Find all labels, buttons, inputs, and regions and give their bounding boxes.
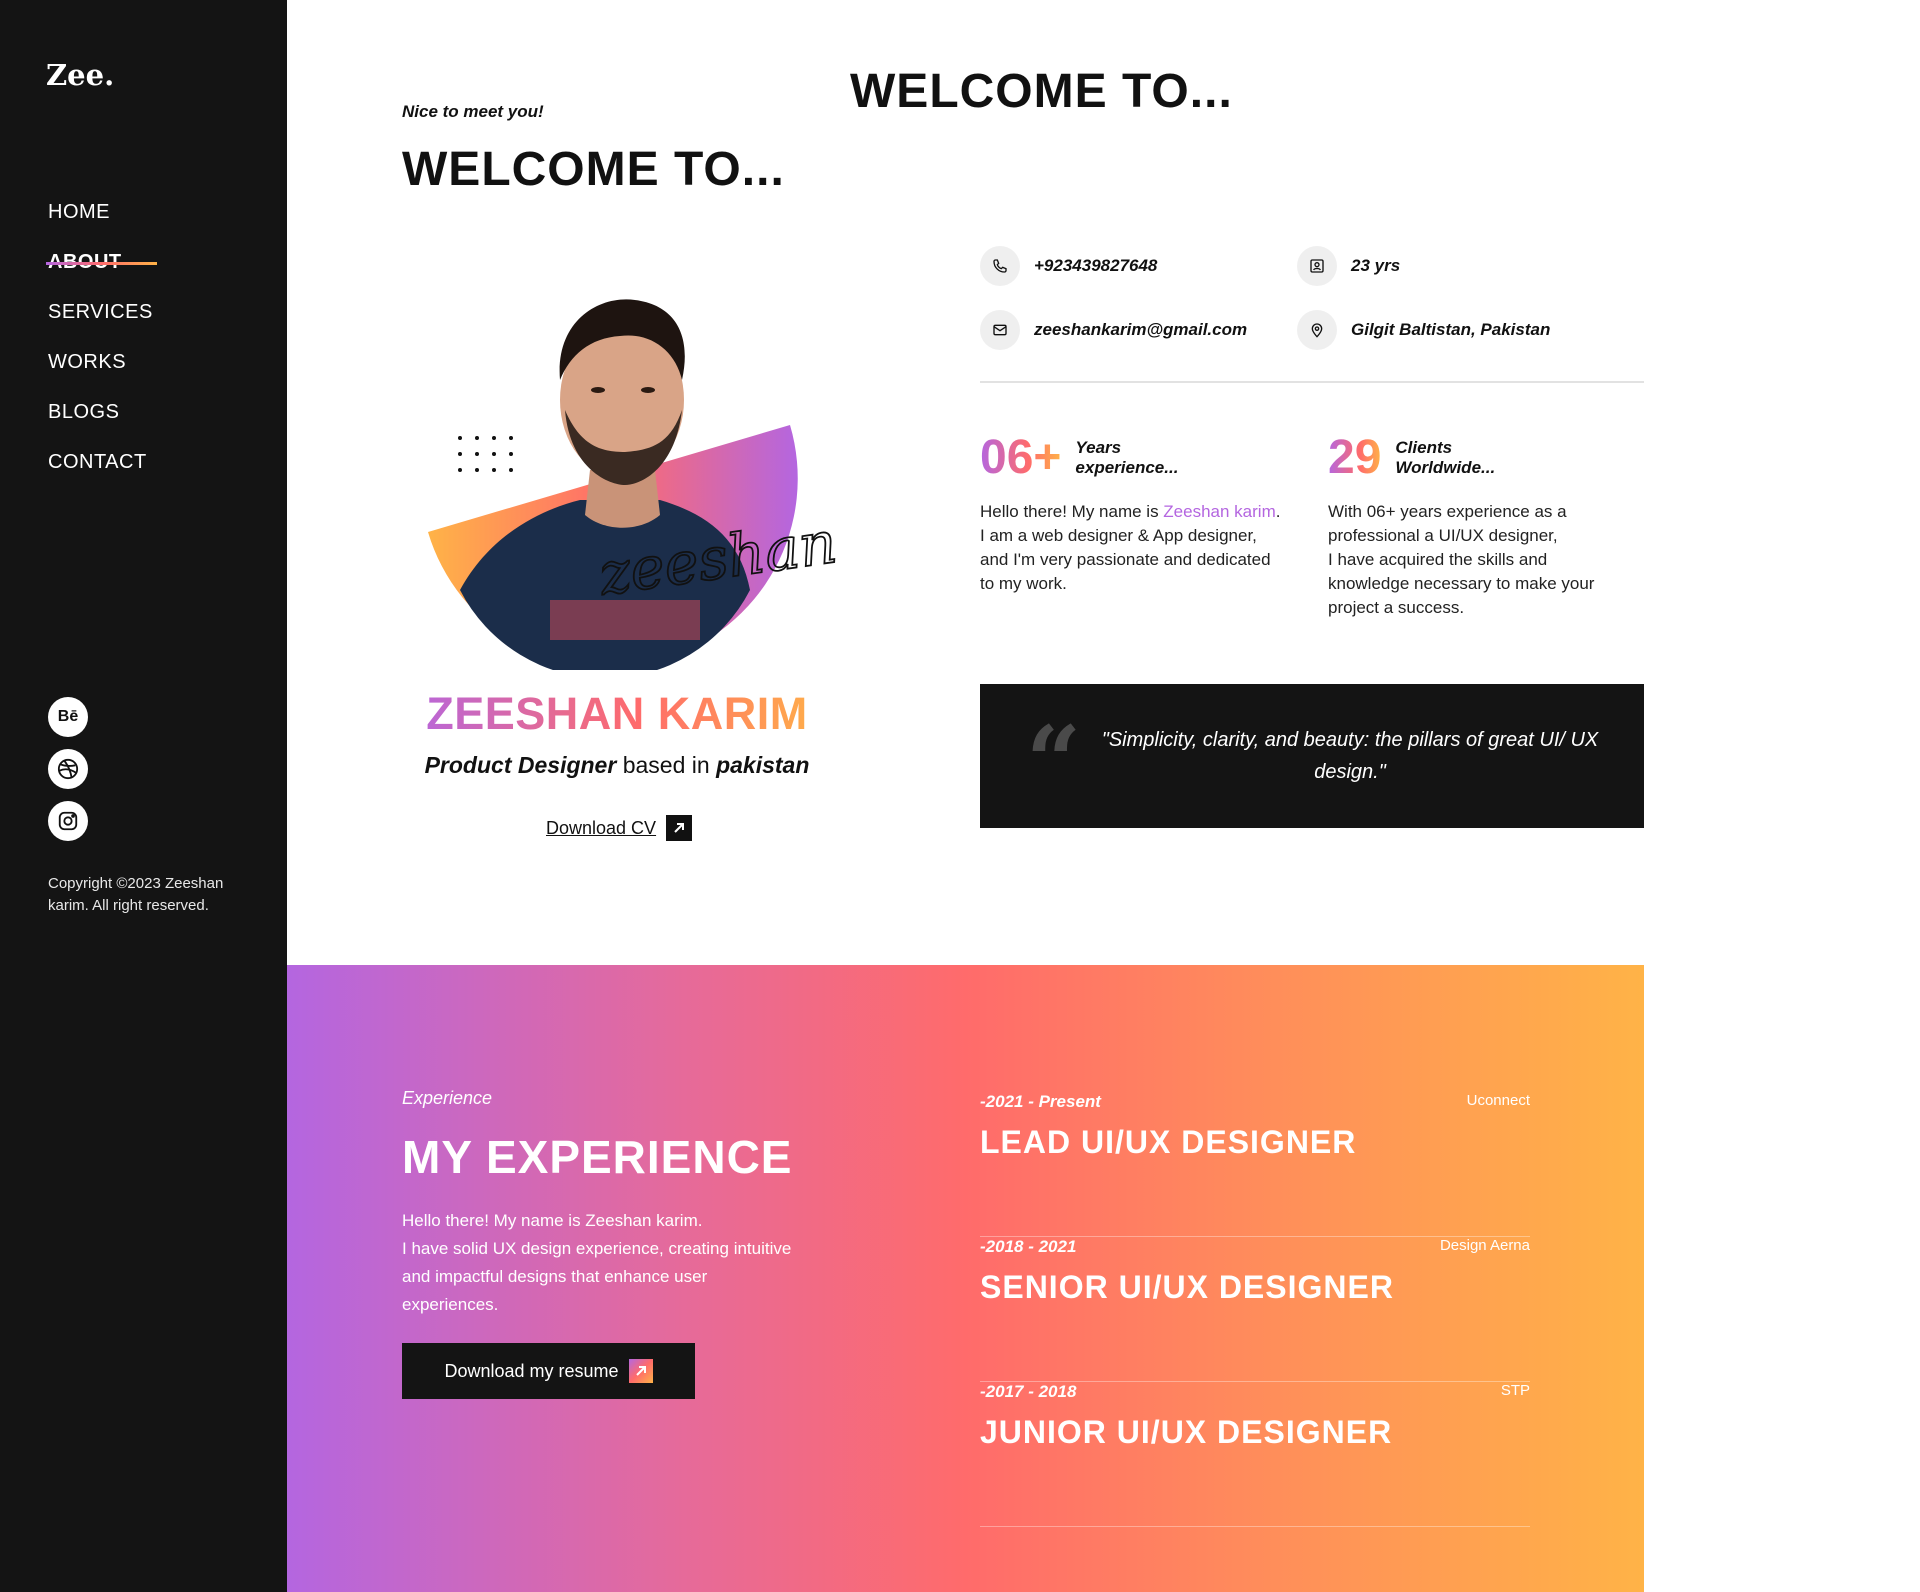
exp-desc-line1: Hello there! My name is Zeeshan karim. xyxy=(402,1211,703,1230)
profile-portrait: zeeshan xyxy=(420,270,840,670)
profile-role: Product Designer based in pakistan xyxy=(402,752,832,779)
nav-item-services[interactable]: SERVICES xyxy=(48,298,153,348)
bio-line4: to my work. xyxy=(980,574,1067,593)
job-period: -2018 - 2021 xyxy=(980,1237,1077,1256)
contact-phone: +923439827648 xyxy=(980,246,1157,286)
logo[interactable]: Zee. xyxy=(46,58,114,92)
stat-years-label: Years experience... xyxy=(1075,438,1178,478)
experience-title: MY EXPERIENCE xyxy=(402,1131,793,1183)
nav-item-blogs[interactable]: BLOGS xyxy=(48,398,153,448)
download-resume-button[interactable]: Download my resume xyxy=(402,1343,695,1399)
bio-intro: Hello there! My name is xyxy=(980,502,1164,521)
quote-text: "Simplicity, clarity, and beauty: the pi… xyxy=(1101,729,1599,783)
bio-line3: and I'm very passionate and dedicated xyxy=(980,550,1271,569)
experience-description: Hello there! My name is Zeeshan karim. I… xyxy=(402,1207,832,1319)
location-value: Gilgit Baltistan, Pakistan xyxy=(1351,320,1551,339)
exp-para-line4: knowledge necessary to make your xyxy=(1328,574,1595,593)
profile-name: ZEESHAN KARIM xyxy=(402,688,832,740)
arrow-up-right-icon xyxy=(628,1359,653,1383)
id-card-icon xyxy=(1297,246,1337,286)
arrow-up-right-icon xyxy=(666,815,693,841)
sidebar: Zee. HOME ABOUT SERVICES WORKS BLOGS CON… xyxy=(0,0,287,1592)
exp-para-line2: professional a UI/UX designer, xyxy=(1328,526,1558,545)
behance-icon[interactable]: Bē xyxy=(48,697,88,737)
bio-name-highlight: Zeeshan karim xyxy=(1163,502,1276,521)
stat-years: 06+ Years experience... xyxy=(980,430,1178,485)
nav-item-works[interactable]: WORKS xyxy=(48,348,153,398)
stat-clients-number: 29 xyxy=(1328,431,1382,484)
job-title: SENIOR UI/UX DESIGNER xyxy=(980,1269,1394,1305)
mail-icon xyxy=(980,310,1020,350)
bio-line2: I am a web designer & App designer, xyxy=(980,526,1257,545)
role-connector: based in xyxy=(622,752,710,778)
stat-years-number: 06+ xyxy=(980,431,1062,484)
phone-number: +923439827648 xyxy=(1034,256,1158,275)
social-links: Bē xyxy=(48,697,88,853)
exp-para-line5: project a success. xyxy=(1328,598,1465,617)
experience-section: Experience MY EXPERIENCE Hello there! My… xyxy=(287,965,1644,1592)
download-cv-label: Download CV xyxy=(546,817,657,838)
instagram-icon[interactable] xyxy=(48,801,88,841)
contact-email: zeeshankarim@gmail.com xyxy=(980,310,1247,350)
nav-item-contact[interactable]: CONTACT xyxy=(48,448,153,498)
job-period: -2017 - 2018 xyxy=(980,1382,1077,1401)
info-divider xyxy=(980,381,1644,383)
stat-years-label-line2: experience... xyxy=(1075,457,1179,477)
exp-desc-line2: I have solid UX design experience, creat… xyxy=(402,1239,792,1258)
job-company: STP xyxy=(1500,1382,1530,1399)
active-indicator xyxy=(46,262,157,265)
nav-item-home[interactable]: HOME xyxy=(48,198,153,248)
bio-paragraph: Hello there! My name is Zeeshan karim. I… xyxy=(980,500,1310,596)
job-company: Design Aerna xyxy=(1439,1237,1530,1254)
page-title-large: WELCOME TO... xyxy=(850,65,1233,118)
main-nav: HOME ABOUT SERVICES WORKS BLOGS CONTACT xyxy=(46,198,157,498)
job-period: -2021 - Present xyxy=(980,1092,1101,1111)
quote-mark-icon: “ xyxy=(1026,705,1082,818)
job-company: Uconnect xyxy=(1466,1092,1530,1109)
exp-para-line3: I have acquired the skills and xyxy=(1328,550,1548,569)
stat-clients-label: Clients Worldwide... xyxy=(1395,438,1495,478)
phone-icon xyxy=(980,246,1020,286)
bio-period: . xyxy=(1275,502,1281,521)
stat-clients: 29 Clients Worldwide... xyxy=(1328,430,1495,485)
job-title: JUNIOR UI/UX DESIGNER xyxy=(980,1414,1393,1450)
exp-desc-line3: and impactful designs that enhance user xyxy=(402,1267,708,1286)
job-title: LEAD UI/UX DESIGNER xyxy=(980,1124,1357,1160)
exp-para-line1: With 06+ years experience as a xyxy=(1328,502,1567,521)
role-title: Product Designer xyxy=(424,752,617,778)
job-entry: -2021 - Present Uconnect LEAD UI/UX DESI… xyxy=(980,1092,1530,1237)
section-title: WELCOME TO... xyxy=(402,143,785,196)
copyright: Copyright ©2023 Zeeshan karim. All right… xyxy=(48,875,224,914)
contact-location: Gilgit Baltistan, Pakistan xyxy=(1297,310,1550,350)
contact-age: 23 yrs xyxy=(1297,246,1400,286)
experience-paragraph: With 06+ years experience as a professio… xyxy=(1328,500,1648,620)
age-value: 23 yrs xyxy=(1351,256,1401,275)
location-pin-icon xyxy=(1297,310,1337,350)
job-entry: -2018 - 2021 Design Aerna SENIOR UI/UX D… xyxy=(980,1237,1530,1382)
nav-item-about[interactable]: ABOUT xyxy=(46,248,157,298)
dribbble-icon[interactable] xyxy=(48,749,88,789)
stat-clients-label-line1: Clients xyxy=(1395,437,1453,457)
job-entry: -2017 - 2018 STP JUNIOR UI/UX DESIGNER xyxy=(980,1382,1530,1527)
experience-kicker: Experience xyxy=(402,1088,493,1108)
email-address: zeeshankarim@gmail.com xyxy=(1034,320,1248,339)
greeting-kicker: Nice to meet you! xyxy=(402,102,544,121)
download-resume-label: Download my resume xyxy=(444,1360,619,1381)
role-location: pakistan xyxy=(716,752,810,778)
stat-years-label-line1: Years xyxy=(1075,437,1122,457)
exp-desc-line4: experiences. xyxy=(402,1295,499,1314)
download-cv-link[interactable]: Download CV xyxy=(546,815,693,841)
stat-clients-label-line2: Worldwide... xyxy=(1395,457,1496,477)
quote-block: “ "Simplicity, clarity, and beauty: the … xyxy=(980,684,1644,828)
